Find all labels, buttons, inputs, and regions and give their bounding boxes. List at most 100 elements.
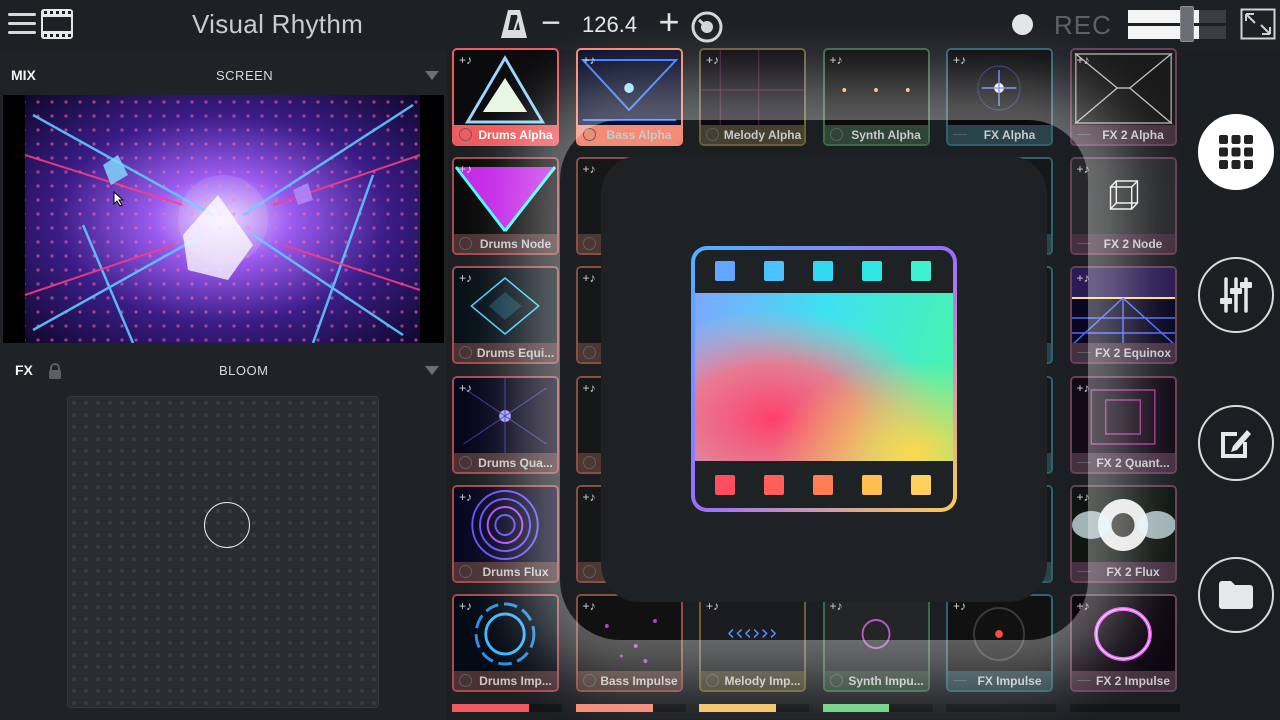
trigger-ring-icon	[459, 674, 472, 687]
clip-fx-1[interactable]: +♪ FX Alpha	[946, 48, 1053, 146]
fx-indicator-icon	[1076, 352, 1091, 354]
xy-pad-cursor[interactable]	[204, 501, 251, 548]
add-audio-icon[interactable]: +♪	[706, 53, 719, 67]
clip-footer: Drums Flux	[454, 561, 557, 581]
trigger-ring-icon	[582, 237, 596, 251]
clip-fx2-1[interactable]: +♪ FX 2 Alpha	[1069, 48, 1177, 146]
clip-footer: Drums Alpha	[454, 125, 557, 144]
trigger-ring-icon	[459, 455, 472, 469]
column-level-bar[interactable]	[1069, 704, 1180, 712]
fullscreen-icon[interactable]	[1240, 8, 1276, 40]
svg-text:‹‹‹›››: ‹‹‹›››	[727, 621, 778, 646]
trigger-ring-icon	[829, 128, 843, 141]
fx-indicator-icon	[1076, 134, 1091, 135]
clip-label: Bass Impulse	[600, 674, 678, 688]
fx-dropdown-icon[interactable]	[425, 366, 439, 375]
clip-footer: Synth Alpha	[824, 125, 928, 144]
clip-bass-1[interactable]: +♪ Bass Alpha	[575, 48, 683, 146]
metronome-icon[interactable]	[500, 8, 528, 40]
clip-label: FX 2 Impulse	[1095, 674, 1171, 688]
add-audio-icon[interactable]: +♪	[583, 381, 596, 395]
clip-footer: FX 2 Flux	[1071, 561, 1175, 581]
master-crossfader[interactable]	[1128, 6, 1226, 42]
film-strip-logo-icon	[691, 246, 957, 512]
trigger-ring-icon	[829, 674, 843, 687]
fx-label: FX	[15, 362, 33, 378]
grid-view-button[interactable]	[1198, 114, 1274, 190]
add-audio-icon[interactable]: +♪	[1077, 599, 1090, 613]
clip-fx2-5[interactable]: +♪ FX 2 Flux	[1069, 484, 1177, 583]
record-label: REC	[1054, 10, 1112, 40]
column-level-bar[interactable]	[822, 704, 933, 712]
add-audio-icon[interactable]: +♪	[1077, 271, 1090, 285]
fx-indicator-icon	[953, 134, 967, 135]
clip-fx2-3[interactable]: +♪ FX 2 Equinox	[1069, 266, 1177, 365]
add-audio-icon[interactable]: +♪	[1077, 53, 1090, 67]
add-audio-icon[interactable]: +♪	[459, 381, 472, 395]
add-audio-icon[interactable]: +♪	[583, 162, 596, 176]
add-audio-icon[interactable]: +♪	[583, 599, 596, 613]
add-audio-icon[interactable]: +♪	[459, 162, 472, 176]
add-audio-icon[interactable]: +♪	[459, 490, 472, 504]
clip-drums-2[interactable]: +♪ Drums Node	[452, 157, 559, 256]
clip-footer: Melody Alpha	[701, 125, 804, 144]
trigger-ring-icon	[706, 128, 719, 141]
menu-icon[interactable]	[8, 11, 36, 37]
fx-effect-select[interactable]: BLOOM	[219, 363, 268, 378]
add-audio-icon[interactable]: +♪	[459, 599, 472, 613]
crossfader-handle[interactable]	[1179, 6, 1194, 42]
column-level-bar[interactable]	[946, 704, 1056, 712]
clip-label: FX 2 Node	[1103, 237, 1163, 252]
trigger-ring-icon	[706, 674, 719, 687]
fx-xy-pad[interactable]	[67, 396, 379, 708]
clip-label: FX Alpha	[983, 128, 1036, 142]
clip-synth-6[interactable]: +♪ Synth Impu...	[822, 594, 930, 692]
bpm-decrease-button[interactable]: −	[538, 6, 564, 42]
add-audio-icon[interactable]: +♪	[583, 271, 596, 285]
record-button[interactable]	[1012, 14, 1033, 35]
clip-fx2-2[interactable]: +♪ FX 2 Node	[1069, 157, 1177, 256]
add-audio-icon[interactable]: +♪	[459, 271, 472, 285]
tap-tempo-icon[interactable]	[689, 8, 725, 44]
clip-fx2-6[interactable]: +♪ FX 2 Impulse	[1069, 594, 1177, 692]
clip-bass-6[interactable]: +♪ Bass Impulse	[575, 594, 683, 692]
fx-indicator-icon	[1076, 461, 1091, 463]
blend-mode-dropdown-icon[interactable]	[425, 71, 439, 80]
column-level-bar[interactable]	[699, 704, 809, 712]
app-root: Visual Rhythm − 126.4 + REC MIX SCREEN F…	[0, 0, 1280, 720]
clip-drums-1[interactable]: +♪ Drums Alpha	[452, 48, 559, 146]
clip-melody-6[interactable]: ‹‹‹››› +♪ Melody Imp...	[699, 594, 806, 692]
column-level-bar[interactable]	[575, 704, 686, 712]
clip-fx2-4[interactable]: +♪ FX 2 Quant...	[1069, 375, 1177, 474]
add-audio-icon[interactable]: +♪	[459, 53, 472, 67]
clip-label: Drums Alpha	[478, 128, 553, 142]
clip-drums-3[interactable]: +♪ Drums Equi...	[452, 266, 559, 365]
clip-drums-4[interactable]: +♪ Drums Qua...	[452, 375, 559, 474]
clip-label: Drums Imp...	[479, 674, 552, 688]
edit-button[interactable]	[1198, 405, 1274, 481]
film-library-icon[interactable]	[40, 7, 74, 41]
clip-fx-6[interactable]: +♪ FX Impulse	[946, 594, 1053, 692]
clip-footer: Drums Qua...	[454, 452, 557, 472]
clip-melody-1[interactable]: +♪ Melody Alpha	[699, 48, 806, 146]
add-audio-icon[interactable]: +♪	[1077, 162, 1090, 176]
add-audio-icon[interactable]: +♪	[830, 53, 843, 67]
lock-icon[interactable]	[48, 363, 62, 379]
add-audio-icon[interactable]: +♪	[1077, 381, 1090, 395]
add-audio-icon[interactable]: +♪	[583, 53, 596, 67]
bpm-value[interactable]: 126.4	[582, 12, 637, 38]
clip-footer: Drums Node	[454, 234, 557, 254]
clip-drums-5[interactable]: +♪ Drums Flux	[452, 484, 559, 583]
column-level-bar[interactable]	[452, 704, 562, 712]
add-audio-icon[interactable]: +♪	[583, 490, 596, 504]
mixer-button[interactable]	[1198, 257, 1274, 333]
add-audio-icon[interactable]: +♪	[953, 53, 966, 67]
browse-button[interactable]	[1198, 557, 1274, 633]
mix-label: MIX	[11, 67, 36, 83]
clip-synth-1[interactable]: +♪ Synth Alpha	[822, 48, 930, 146]
bpm-increase-button[interactable]: +	[654, 4, 684, 40]
clip-label: FX 2 Quant...	[1096, 455, 1170, 470]
add-audio-icon[interactable]: +♪	[1077, 490, 1090, 504]
blend-mode-select[interactable]: SCREEN	[216, 68, 273, 83]
clip-drums-6[interactable]: +♪ Drums Imp...	[452, 594, 559, 692]
